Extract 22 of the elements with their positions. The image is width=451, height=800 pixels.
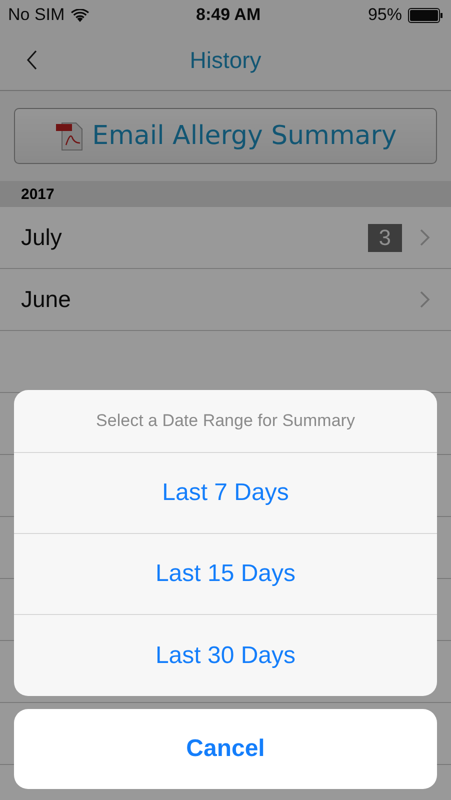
battery-text: 95%	[368, 5, 402, 25]
range-option[interactable]: Last 15 Days	[14, 534, 437, 615]
history-row[interactable]: July 3	[0, 207, 451, 269]
month-label: July	[21, 224, 62, 251]
battery-icon	[408, 8, 443, 22]
email-summary-button[interactable]: Email Allergy Summary	[14, 108, 437, 164]
pdf-file-icon	[54, 121, 84, 151]
nav-title: History	[190, 46, 262, 74]
chevron-icon	[420, 291, 430, 308]
section-header: 2017	[0, 181, 451, 207]
history-row[interactable]: June	[0, 269, 451, 331]
count-badge: 3	[368, 224, 402, 252]
back-button[interactable]	[26, 50, 38, 70]
sheet-title: Select a Date Range for Summary	[14, 390, 437, 453]
chevron-icon	[420, 229, 430, 246]
month-label: June	[21, 286, 71, 313]
range-option[interactable]: Last 30 Days	[14, 615, 437, 696]
range-option[interactable]: Last 7 Days	[14, 453, 437, 534]
time-text: 8:49 AM	[196, 5, 261, 25]
wifi-icon	[70, 8, 89, 22]
carrier-text: No SIM	[8, 5, 65, 25]
cancel-button[interactable]: Cancel	[14, 709, 437, 789]
